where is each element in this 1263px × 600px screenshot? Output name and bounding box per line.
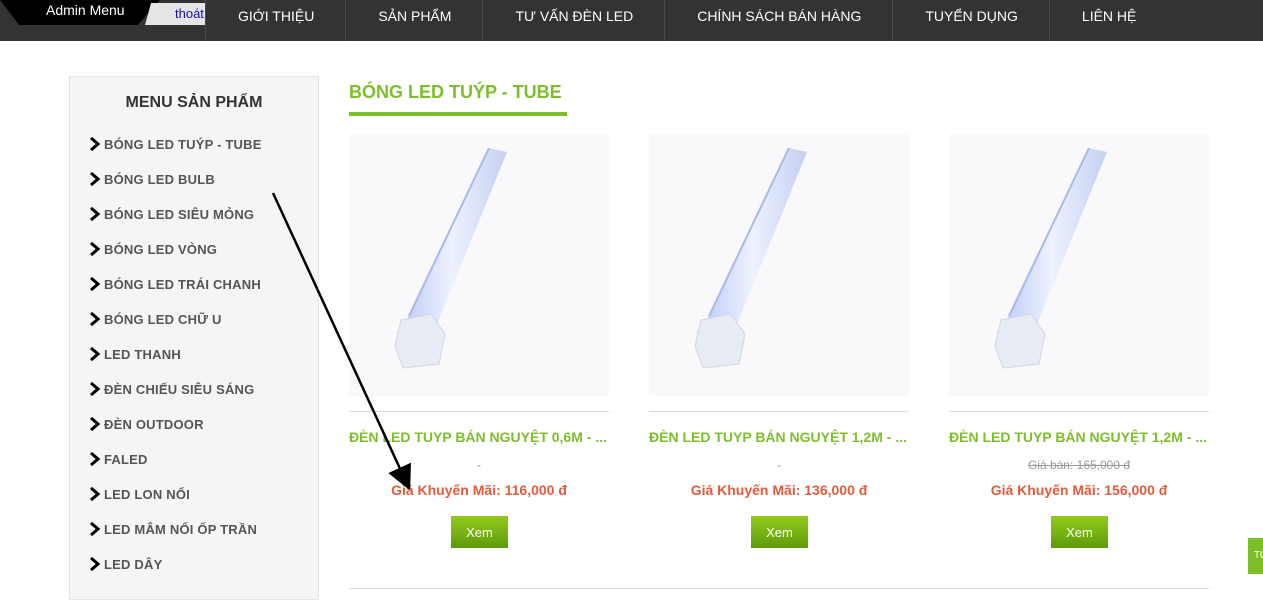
chevron-right-icon [90, 276, 101, 292]
product-promo-price: Giá Khuyến Mãi: 116,000 đ [391, 482, 567, 498]
sidebar-item[interactable]: BÓNG LED VÒNG [88, 239, 217, 259]
sidebar-item-label: LED LON NỔI [104, 486, 190, 502]
sidebar-item-label: FALED [104, 451, 148, 467]
nav-recruitment[interactable]: TUYỂN DỤNG [892, 0, 1049, 41]
sidebar-item[interactable]: LED THANH [88, 344, 181, 364]
nav-contact[interactable]: LIÊN HỆ [1048, 0, 1167, 41]
product-old-price: - [777, 458, 781, 472]
sidebar-item[interactable]: LED MÂM NỔI ỐP TRẦN [88, 519, 257, 539]
product-image[interactable] [949, 134, 1209, 396]
chevron-right-icon [90, 311, 101, 327]
section-underline [349, 112, 567, 116]
product-menu-sidebar: MENU SẢN PHẨM BÓNG LED TUÝP - TUBE BÓNG L… [69, 76, 319, 600]
card-divider [949, 411, 1209, 412]
sidebar-item-label: BÓNG LED BULB [104, 171, 215, 187]
sidebar-item[interactable]: FALED [88, 449, 148, 469]
card-divider [349, 411, 609, 412]
product-card: ĐÈN LED TUYP BÁN NGUYỆT 1,2M - ... Giá b… [949, 134, 1209, 554]
product-name[interactable]: ĐÈN LED TUYP BÁN NGUYỆT 1,2M - ... [649, 429, 911, 445]
sidebar-item-label: BÓNG LED CHỮ U [104, 311, 222, 327]
sidebar-item[interactable]: ĐÈN OUTDOOR [88, 414, 204, 434]
sidebar-item-label: LED DÂY [104, 556, 163, 572]
sidebar-item[interactable]: LED LON NỔI [88, 484, 190, 504]
chevron-right-icon [90, 521, 101, 537]
sidebar-item[interactable]: BÓNG LED TRÁI CHANH [88, 274, 261, 294]
chevron-right-icon [90, 556, 101, 572]
chevron-right-icon [90, 206, 101, 222]
sidebar-item[interactable]: LED DÂY [88, 554, 162, 574]
product-name[interactable]: ĐÈN LED TUYP BÁN NGUYỆT 1,2M - ... [949, 429, 1211, 445]
chevron-right-icon [90, 171, 101, 187]
chevron-right-icon [90, 416, 101, 432]
nav-products[interactable]: SẢN PHẨM [345, 0, 482, 41]
admin-menu-label[interactable]: Admin Menu [46, 2, 125, 18]
sidebar-item-label: BÓNG LED TUÝP - TUBE [104, 136, 262, 152]
product-old-price: Giá bán: 165,000 đ [1027, 458, 1131, 472]
chevron-right-icon [90, 451, 101, 467]
product-card: ĐÈN LED TUYP BÁN NGUYỆT 1,2M - ... - Giá… [649, 134, 909, 554]
sidebar-item-label: BÓNG LED TRÁI CHANH [104, 276, 261, 292]
sidebar-item-label: LED THANH [104, 346, 181, 362]
chevron-right-icon [90, 136, 101, 152]
card-divider [649, 411, 909, 412]
product-promo-price: Giá Khuyến Mãi: 156,000 đ [990, 482, 1168, 498]
view-button[interactable]: Xem [751, 516, 808, 548]
sidebar-item-label: BÓNG LED SIÊU MỎNG [104, 206, 255, 222]
chevron-right-icon [90, 241, 101, 257]
product-old-price: - [477, 458, 481, 472]
nav-led-advice[interactable]: TƯ VẤN ĐÈN LED [482, 0, 664, 41]
product-card: ĐÈN LED TUYP BÁN NGUYỆT 0,6M - ... - Giá… [349, 134, 609, 554]
product-image[interactable] [649, 134, 909, 396]
view-button[interactable]: Xem [451, 516, 508, 548]
sidebar-item-label: BÓNG LED VÒNG [104, 241, 218, 257]
sidebar-item[interactable]: BÓNG LED SIÊU MỎNG [88, 204, 254, 224]
sidebar-item[interactable]: BÓNG LED CHỮ U [88, 309, 222, 329]
logout-link[interactable]: thoát [175, 6, 204, 21]
section-bottom-divider [349, 588, 1209, 589]
product-promo-price: Giá Khuyến Mãi: 136,000 đ [690, 482, 868, 498]
section-title: BÓNG LED TUÝP - TUBE [349, 82, 562, 102]
sidebar-item-label: ĐÈN OUTDOOR [104, 416, 204, 432]
sidebar-title: MENU SẢN PHẨM [125, 94, 263, 111]
scroll-to-top-button[interactable]: TO [1248, 538, 1263, 574]
chevron-right-icon [90, 381, 101, 397]
sidebar-item-label: ĐÈN CHIẾU SIÊU SÁNG [104, 381, 255, 397]
sidebar-item[interactable]: BÓNG LED TUÝP - TUBE [88, 134, 262, 154]
sidebar-item[interactable]: BÓNG LED BULB [88, 169, 215, 189]
view-button[interactable]: Xem [1051, 516, 1108, 548]
top-navigation-bar: Admin Menu thoát GIỚI THIỆU SẢN PHẨM TƯ … [0, 0, 1263, 41]
sidebar-item-label: LED MÂM NỔI ỐP TRẦN [104, 521, 258, 537]
chevron-right-icon [90, 346, 101, 362]
sidebar-item[interactable]: ĐÈN CHIẾU SIÊU SÁNG [88, 379, 254, 399]
chevron-right-icon [90, 486, 101, 502]
nav-about[interactable]: GIỚI THIỆU [205, 0, 345, 41]
nav-sales-policy[interactable]: CHÍNH SÁCH BÁN HÀNG [664, 0, 892, 41]
main-nav: GIỚI THIỆU SẢN PHẨM TƯ VẤN ĐÈN LED CHÍNH… [205, 0, 1167, 41]
product-name[interactable]: ĐÈN LED TUYP BÁN NGUYỆT 0,6M - ... [349, 429, 611, 445]
product-image[interactable] [349, 134, 609, 396]
